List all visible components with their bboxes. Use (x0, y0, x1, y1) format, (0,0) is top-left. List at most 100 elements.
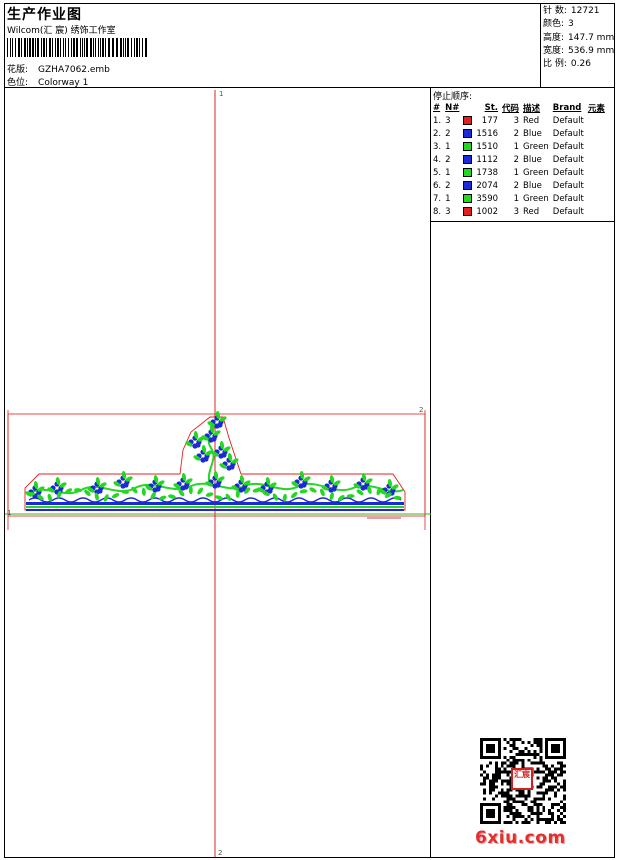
stop-cell-n: 2 (445, 154, 451, 165)
company-name: Wilcom(汇 宸) 绣饰工作室 (7, 26, 116, 36)
axis-label-right: 2 (419, 406, 423, 414)
stop-cell-st: 1516 (476, 128, 499, 139)
color-swatch-cell (462, 166, 475, 179)
colors-label: 颜色: (543, 19, 565, 30)
color-swatch (463, 193, 473, 203)
leaf (141, 487, 146, 496)
axis-label-top: 1 (219, 90, 223, 98)
col-stitches: St. (484, 102, 499, 113)
stop-cell-n: 3 (445, 115, 451, 126)
stop-cell-idx: 1. (433, 115, 442, 126)
leaf (309, 487, 317, 493)
design-value: GZHA7062.emb (38, 65, 110, 75)
colorway-label: 色位: (7, 78, 29, 88)
stop-cell-idx: 8. (433, 206, 442, 217)
stop-cell-idx: 5. (433, 167, 442, 178)
stop-cell-desc: Red (523, 115, 540, 126)
stop-row: 2. 2 1516 2 Blue Default (432, 127, 608, 140)
design-row: 花版: GZHA7062.emb (7, 62, 110, 75)
seal-text: 汇宸 (514, 770, 530, 779)
stop-cell-idx: 3. (433, 141, 442, 152)
col-code: 代码 (502, 103, 520, 114)
col-element: 元素 (587, 103, 605, 114)
stop-cell-elem (587, 153, 608, 166)
color-swatch (463, 115, 473, 125)
blossom-petal (123, 482, 129, 488)
width-value: 536.9 mm (568, 45, 615, 56)
stop-row: 6. 2 2074 2 Blue Default (432, 179, 608, 192)
stop-cell-st: 1738 (476, 167, 499, 178)
blossom-petal (195, 442, 201, 448)
stop-cell-st: 1112 (476, 154, 499, 165)
design-stats: 针 数: 12721 颜色: 3 高度: 147.7 mm 宽度: 536.9 mm 比… (543, 5, 614, 71)
seal-stamp: 汇宸 (511, 768, 533, 790)
leaf (197, 487, 204, 495)
page-title: 生产作业图 (7, 7, 82, 23)
color-swatch-cell (462, 205, 475, 218)
stop-cell-st: 177 (481, 115, 499, 126)
colorway-value: Colorway 1 (38, 78, 89, 88)
stop-cell-code: 2 (513, 154, 520, 165)
stop-row: 8. 3 1002 3 Red Default (432, 205, 608, 218)
color-swatch-cell (462, 127, 475, 140)
colorway-row: 色位: Colorway 1 (7, 75, 88, 88)
height-value: 147.7 mm (568, 32, 615, 43)
header-divider (4, 87, 615, 88)
col-needle: N# (445, 102, 460, 113)
leaf (111, 493, 120, 499)
stop-cell-code: 1 (513, 193, 520, 204)
leaf (329, 492, 334, 501)
stop-cell-elem (587, 179, 608, 192)
color-swatch-cell (462, 192, 475, 205)
stop-row: 5. 1 1738 1 Green Default (432, 166, 608, 179)
color-swatch (463, 128, 473, 138)
stop-cell-st: 2074 (476, 180, 499, 191)
stop-table-header: # N# St. 代码 描述 Brand 元素 (432, 101, 608, 114)
axis-label-bottom: 2 (218, 849, 222, 857)
stop-cell-n: 1 (445, 141, 451, 152)
stop-cell-st: 1510 (476, 141, 499, 152)
stop-cell-desc: Red (523, 206, 540, 217)
stop-cell-brand: Default (552, 206, 584, 217)
stop-cell-code: 3 (513, 115, 520, 126)
stop-cell-n: 1 (445, 167, 451, 178)
blossom-petal (229, 464, 235, 470)
leaf (188, 486, 193, 495)
stop-cell-code: 1 (513, 141, 520, 152)
stop-row: 1. 3 177 3 Red Default (432, 114, 608, 127)
stop-cell-idx: 2. (433, 128, 442, 139)
scale-value: 0.26 (570, 59, 591, 70)
stitches-label: 针 数: (543, 6, 567, 16)
leaf (205, 492, 214, 497)
barcode (7, 38, 147, 57)
brand-watermark: 6xiu.com (475, 828, 566, 848)
blossom-petal (221, 452, 227, 458)
stop-cell-brand: Default (552, 180, 584, 191)
leaf (225, 493, 232, 501)
colors-value: 3 (568, 19, 574, 30)
stop-cell-brand: Default (552, 193, 584, 204)
stop-cell-desc: Green (523, 141, 549, 152)
col-index: # (433, 102, 441, 113)
stop-cell-elem (587, 192, 608, 205)
design-canvas: 1 2 2 1 (5, 90, 431, 857)
stop-cell-desc: Blue (523, 180, 542, 191)
leaf (27, 492, 35, 496)
stop-cell-code: 2 (513, 180, 520, 191)
color-swatch (463, 180, 473, 190)
blossom-petal (155, 486, 161, 492)
design-label: 花版: (7, 65, 29, 75)
col-swatch (462, 101, 475, 114)
stop-cell-st: 3590 (476, 193, 499, 204)
stop-cell-code: 1 (513, 167, 520, 178)
stop-cell-n: 1 (445, 193, 451, 204)
stop-row: 4. 2 1112 2 Blue Default (432, 153, 608, 166)
axis-label-left: 1 (7, 509, 11, 517)
color-swatch (463, 141, 473, 151)
blossom-petal (217, 422, 223, 428)
blossom-petal (183, 484, 189, 490)
stop-cell-brand: Default (552, 141, 584, 152)
stop-cell-n: 2 (445, 180, 451, 191)
color-swatch (463, 154, 473, 164)
stop-row: 3. 1 1510 1 Green Default (432, 140, 608, 153)
